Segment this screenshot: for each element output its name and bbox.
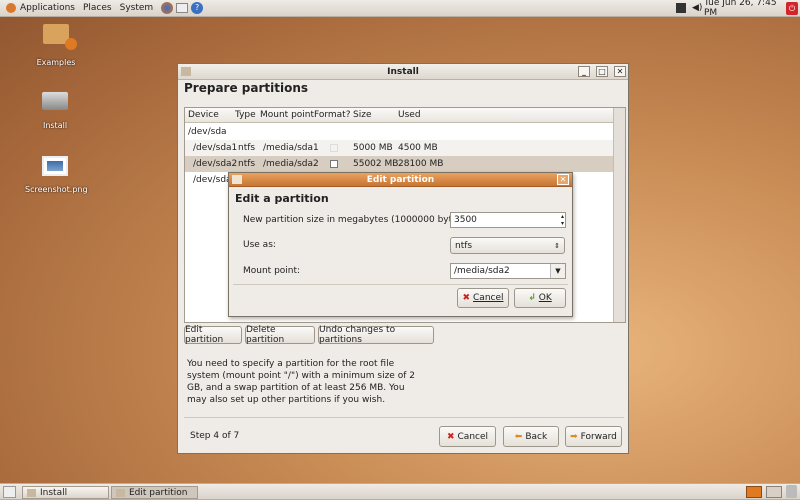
table-header: Device Type Mount point Format? Size Use… <box>185 108 613 123</box>
top-panel: Applications Places System ? ◀) Tue Jun … <box>0 0 800 18</box>
format-checkbox[interactable] <box>330 144 338 152</box>
folder-icon <box>43 24 77 50</box>
col-type[interactable]: Type <box>235 110 256 120</box>
dialog-heading: Edit a partition <box>235 192 329 205</box>
table-row-selected[interactable]: /dev/sda2 ntfs /media/sda2 55002 MB 2810… <box>185 156 613 172</box>
col-format[interactable]: Format? <box>314 110 351 120</box>
clock[interactable]: Tue Jun 26, 7:45 PM <box>704 0 792 18</box>
col-used[interactable]: Used <box>398 110 421 120</box>
firefox-icon[interactable] <box>161 2 174 14</box>
col-mount[interactable]: Mount point <box>260 110 314 120</box>
app-icon <box>27 488 36 497</box>
spin-arrows-icon[interactable]: ▴ ▾ <box>561 213 564 227</box>
app-icon <box>181 67 191 76</box>
mount-point-combo[interactable]: /media/sda2 ▼ <box>450 263 566 279</box>
taskbar-item-edit-partition[interactable]: Edit partition <box>111 486 198 499</box>
table-scrollbar[interactable] <box>613 108 625 322</box>
table-row[interactable]: /dev/sda <box>185 124 613 140</box>
cancel-icon: ✖ <box>446 431 455 442</box>
info-text: You need to specify a partition for the … <box>187 359 415 405</box>
maximize-button[interactable]: □ <box>596 66 608 77</box>
dialog-close-button[interactable]: ✕ <box>557 174 569 185</box>
desktop-icon-screenshot[interactable]: Screenshot.png <box>25 156 88 194</box>
edit-partition-dialog: Edit partition ✕ Edit a partition New pa… <box>228 172 573 317</box>
volume-icon[interactable]: ◀) <box>692 3 702 13</box>
undo-changes-button[interactable]: Undo changes to partitions <box>318 325 434 345</box>
menu-places[interactable]: Places <box>83 3 112 13</box>
forward-button[interactable]: ➡ Forward <box>565 426 622 447</box>
ubuntu-logo-icon[interactable] <box>6 3 16 13</box>
menu-applications[interactable]: Applications <box>20 3 75 13</box>
app-icon <box>232 175 242 184</box>
cancel-icon: ✖ <box>462 293 471 303</box>
trash-icon[interactable] <box>786 485 797 498</box>
ok-arrow-icon: ↲ <box>528 293 536 303</box>
step-label: Step 4 of 7 <box>190 431 240 441</box>
size-label: New partition size in megabytes (1000000… <box>243 215 469 225</box>
minimize-button[interactable]: _ <box>578 66 590 77</box>
col-size[interactable]: Size <box>353 110 371 120</box>
app-icon <box>116 488 125 497</box>
desktop-icon-examples[interactable]: Examples <box>26 24 86 67</box>
page-title: Prepare partitions <box>184 81 309 95</box>
col-device[interactable]: Device <box>188 110 219 120</box>
show-desktop-icon[interactable] <box>3 486 16 498</box>
dialog-titlebar[interactable]: Edit partition ✕ <box>229 173 572 187</box>
table-row[interactable]: /dev/sda1 ntfs /media/sda1 5000 MB 4500 … <box>185 140 613 156</box>
workspace-switcher[interactable] <box>746 486 762 498</box>
mount-label: Mount point: <box>243 266 301 276</box>
cancel-button[interactable]: ✖ Cancel <box>439 426 496 447</box>
dialog-ok-button[interactable]: ↲ OK <box>514 288 566 308</box>
format-checkbox[interactable] <box>330 160 338 168</box>
image-file-icon <box>42 156 68 176</box>
use-as-select[interactable]: ntfs ⇕ <box>450 237 565 254</box>
separator <box>184 417 624 418</box>
select-arrows-icon: ⇕ <box>554 241 560 250</box>
size-spinbutton[interactable]: 3500 ▴ ▾ <box>450 212 566 228</box>
close-button[interactable]: ✕ <box>614 66 626 77</box>
mail-icon[interactable] <box>176 3 189 13</box>
installer-icon <box>42 92 68 110</box>
edit-partition-button[interactable]: Edit partition <box>184 325 242 345</box>
menu-system[interactable]: System <box>120 3 154 13</box>
install-titlebar[interactable]: Install _ □ ✕ <box>178 64 628 80</box>
use-as-label: Use as: <box>243 240 276 250</box>
network-icon[interactable] <box>676 3 686 13</box>
back-button[interactable]: ⬅ Back <box>503 426 559 447</box>
desktop-icon-install[interactable]: Install <box>25 92 85 130</box>
back-arrow-icon: ⬅ <box>514 431 523 442</box>
delete-partition-button[interactable]: Delete partition <box>245 325 315 345</box>
shutdown-icon[interactable]: ⏻ <box>786 1 798 15</box>
help-icon[interactable]: ? <box>191 2 204 14</box>
forward-arrow-icon: ➡ <box>570 431 578 442</box>
workspace-switcher-2[interactable] <box>766 486 782 498</box>
chevron-down-icon[interactable]: ▼ <box>550 264 565 278</box>
dialog-cancel-button[interactable]: ✖ Cancel <box>457 288 509 308</box>
taskbar-item-install[interactable]: Install <box>22 486 109 499</box>
separator <box>233 284 568 285</box>
